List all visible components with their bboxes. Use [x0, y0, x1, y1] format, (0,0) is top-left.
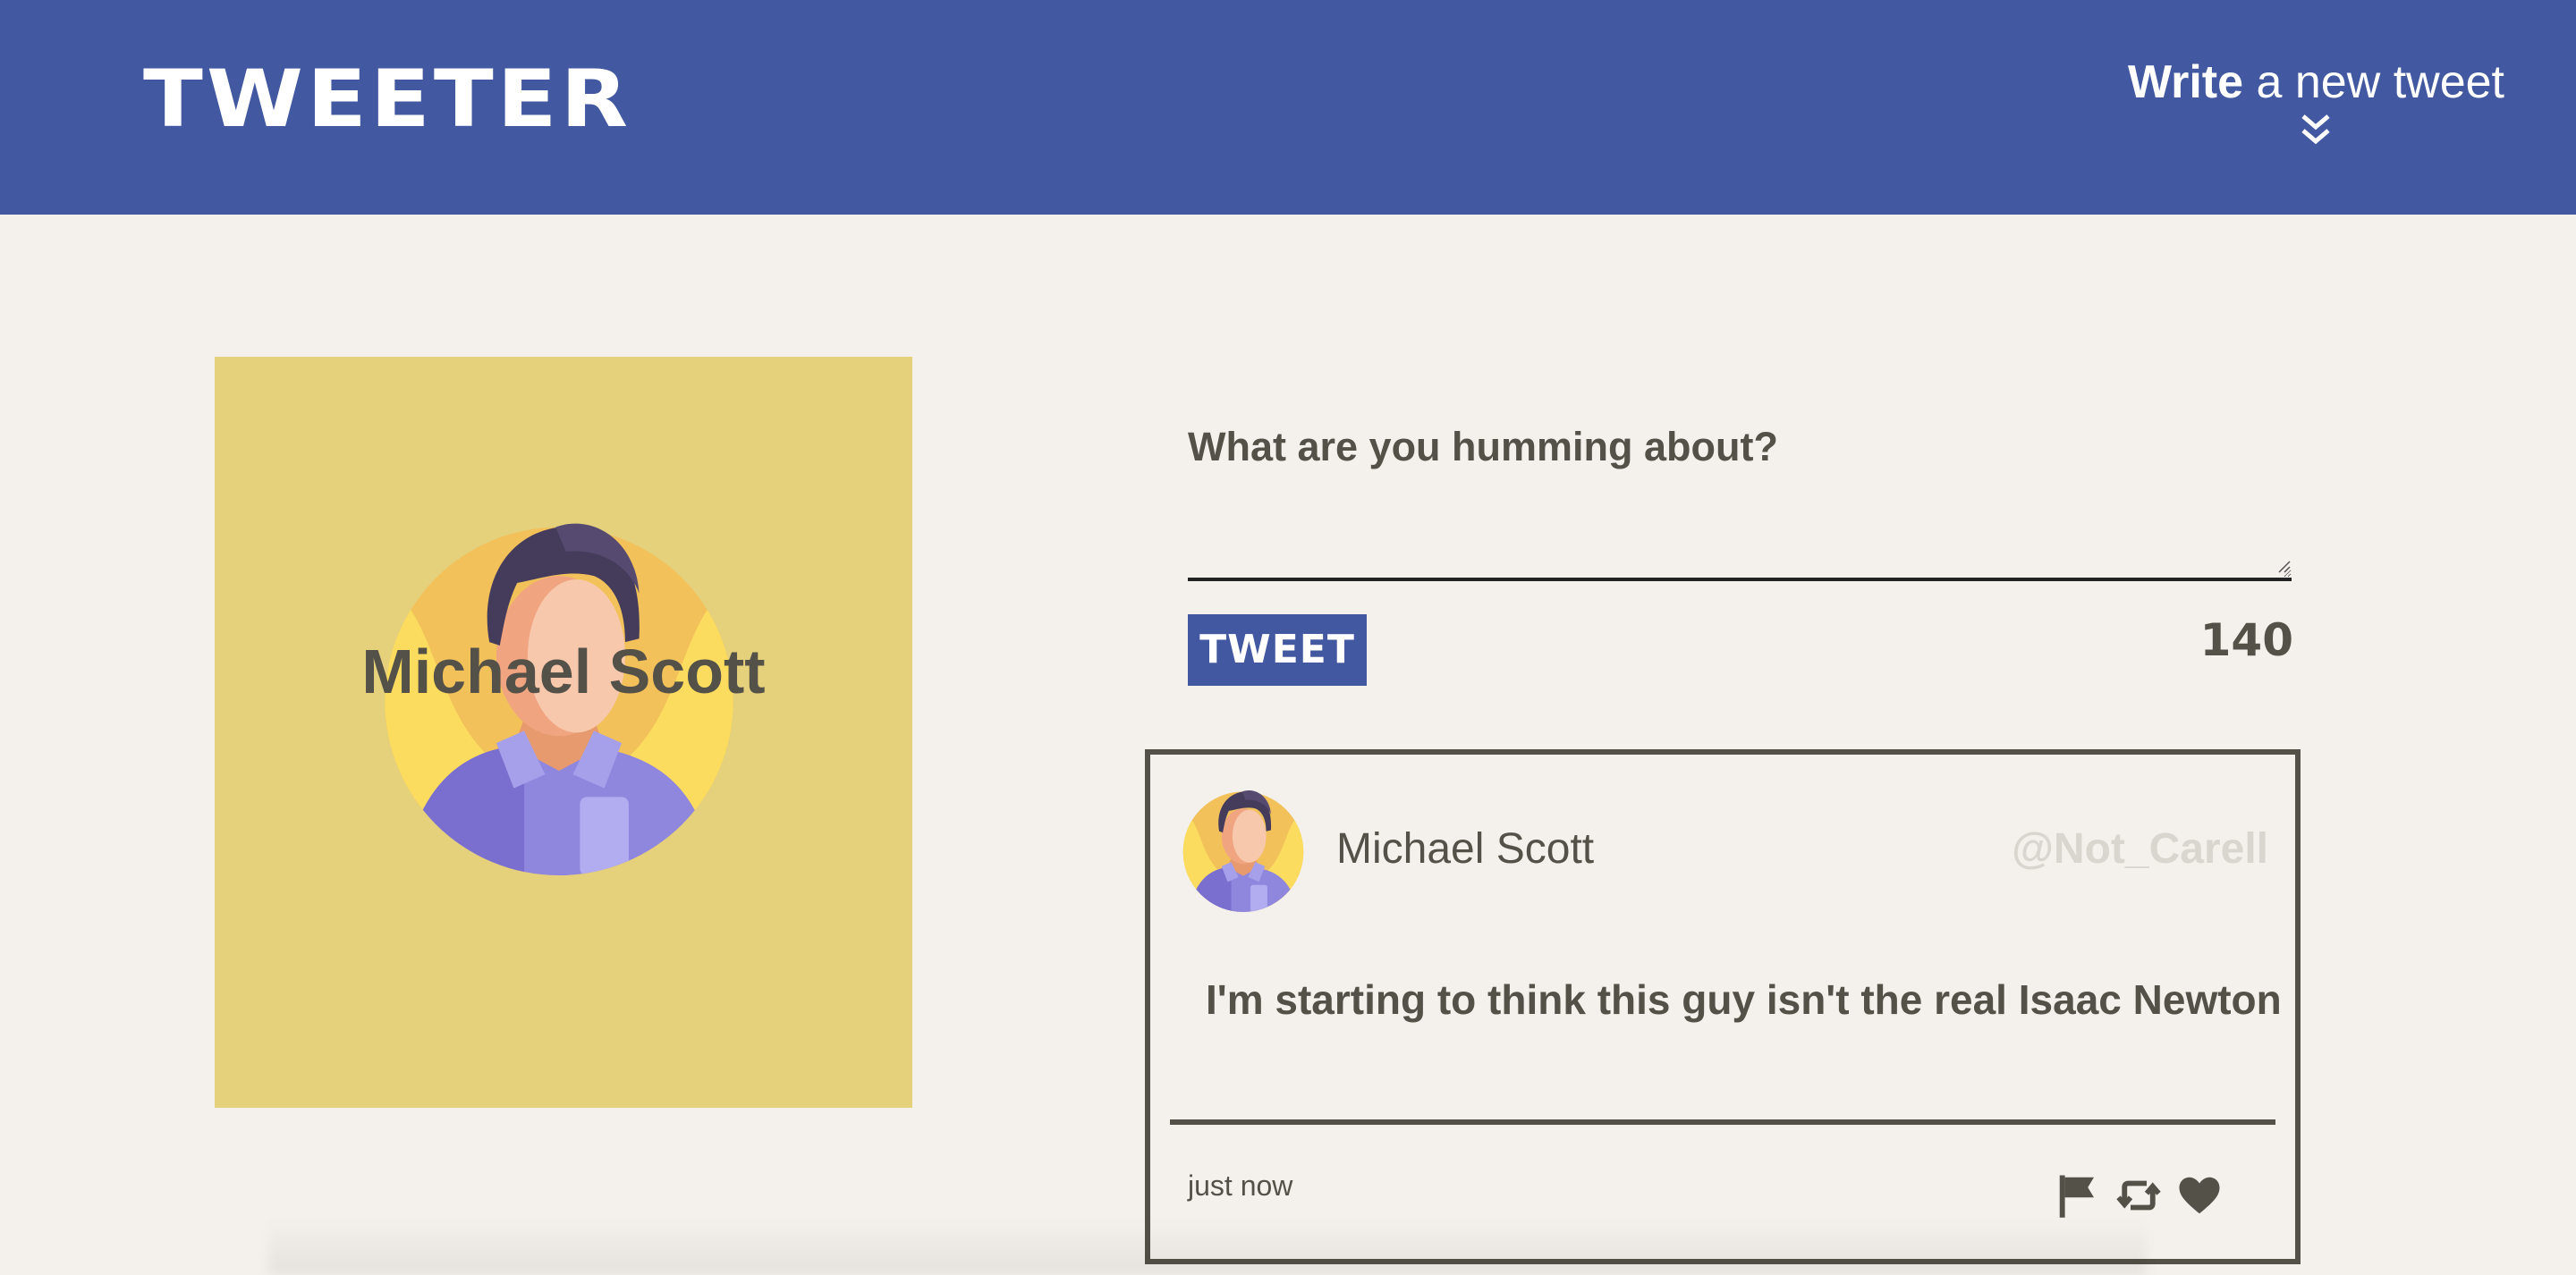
compose-tweet-form: What are you humming about? TWEET 140	[1188, 393, 2293, 686]
resize-grip-icon[interactable]	[2277, 560, 2292, 574]
man-avatar-icon	[1182, 790, 1304, 912]
character-counter: 140	[2199, 614, 2293, 666]
tweet-author-name: Michael Scott	[1336, 825, 1595, 873]
write-bold-text: Write	[2127, 56, 2244, 108]
tweet-card: Michael Scott @Not_Carell I'm starting t…	[1145, 749, 2301, 1264]
profile-card	[215, 357, 912, 1108]
tweet-author-handle: @Not_Carell	[2012, 825, 2268, 873]
tweet-textarea[interactable]	[1188, 528, 2292, 581]
write-new-tweet-label: Write a new tweet	[2128, 55, 2504, 109]
tweet-divider	[1170, 1119, 2275, 1125]
compose-label: What are you humming about?	[1188, 424, 1778, 469]
write-rest-text: a new tweet	[2243, 56, 2504, 108]
tweet-submit-button[interactable]: TWEET	[1188, 614, 1367, 686]
heart-icon[interactable]	[2175, 1171, 2224, 1220]
double-chevron-down-icon[interactable]	[2298, 113, 2334, 148]
write-new-tweet-link[interactable]: Write a new tweet	[2128, 55, 2504, 148]
tweet-timestamp: just now	[1188, 1169, 1293, 1202]
top-nav-bar: TWEETER Write a new tweet	[0, 0, 2576, 215]
tweet-actions	[2054, 1171, 2224, 1220]
page-bottom-shadow	[268, 1216, 2147, 1275]
profile-name: Michael Scott	[361, 637, 766, 706]
tweet-content: I'm starting to think this guy isn't the…	[1206, 976, 2282, 1023]
app-logo: TWEETER	[143, 54, 632, 146]
retweet-icon[interactable]	[2114, 1171, 2163, 1220]
flag-icon[interactable]	[2054, 1171, 2102, 1220]
